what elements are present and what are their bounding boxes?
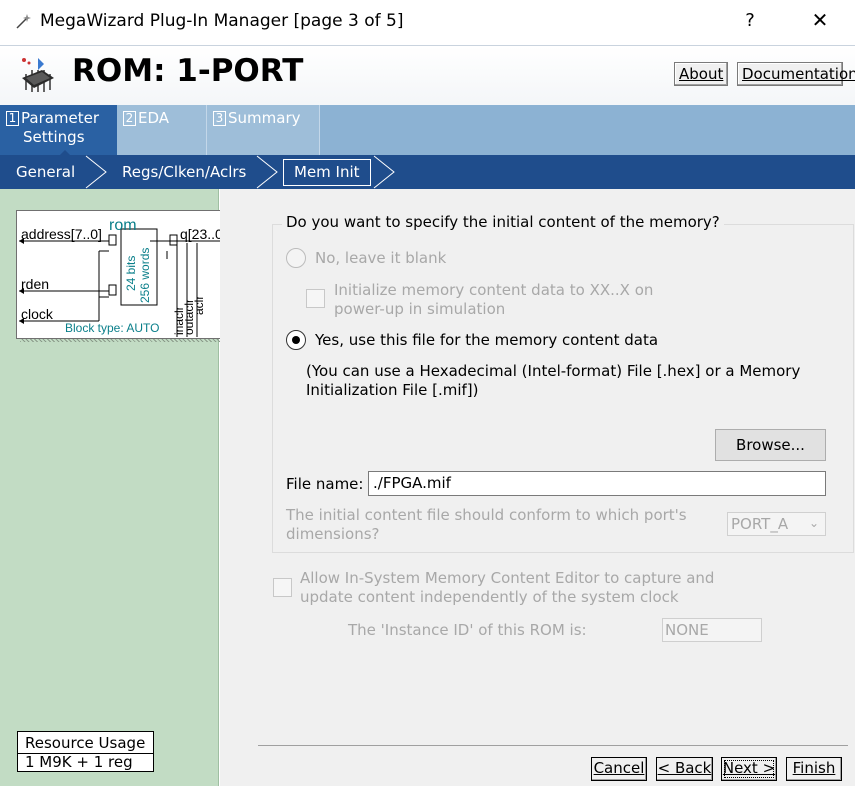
wizard-steps: 1 Parameter Settings 2 EDA 3 Summary xyxy=(0,105,855,155)
symbol-words: 256 words xyxy=(138,248,152,303)
file-name-label: File name: xyxy=(286,475,364,493)
documentation-button[interactable]: Documentation xyxy=(737,62,855,86)
step-label-line2: Settings xyxy=(23,128,85,146)
allow-editor-label-line1: Allow In-System Memory Content Editor to… xyxy=(300,569,715,587)
step-number: 3 xyxy=(213,111,226,126)
step-summary[interactable]: 3 Summary xyxy=(207,105,320,155)
wizard-wand-icon xyxy=(16,14,31,29)
use-file-label: Yes, use this file for the memory conten… xyxy=(315,331,659,349)
finish-button[interactable]: Finish xyxy=(786,757,842,781)
about-button[interactable]: About xyxy=(674,62,728,86)
chevron-right-icon xyxy=(85,155,107,189)
tab-mem-init[interactable]: Mem Init xyxy=(283,159,371,186)
use-file-radio[interactable] xyxy=(286,330,306,350)
step-parameter-settings[interactable]: 1 Parameter Settings xyxy=(0,105,117,155)
help-button[interactable]: ? xyxy=(738,10,762,31)
resource-usage-header: Resource Usage xyxy=(18,732,153,754)
step-eda[interactable]: 2 EDA xyxy=(117,105,207,155)
init-xx-label-line1: Initialize memory content data to XX..X … xyxy=(334,281,654,299)
tab-general[interactable]: General xyxy=(16,155,75,189)
step-number: 1 xyxy=(6,111,19,126)
port-address-label: address[7..0] xyxy=(21,226,102,242)
block-type-label: Block type: AUTO xyxy=(65,321,159,335)
no-blank-label: No, leave it blank xyxy=(315,249,447,267)
resource-usage-box: Resource Usage 1 M9K + 1 reg xyxy=(17,731,154,772)
close-button[interactable]: ✕ xyxy=(806,8,834,32)
window-title: MegaWizard Plug-In Manager [page 3 of 5] xyxy=(40,11,404,31)
memory-init-question: Do you want to specify the initial conte… xyxy=(282,213,724,231)
port-dimension-value: PORT_A xyxy=(731,515,789,533)
wizard-header: ROM: 1-PORT About Documentation xyxy=(0,45,855,105)
cancel-button[interactable]: Cancel xyxy=(591,757,647,781)
next-label: Next > xyxy=(722,759,776,777)
symbol-name: rom xyxy=(109,217,137,234)
step-label: Summary xyxy=(228,109,301,127)
instance-id-field[interactable]: NONE xyxy=(662,618,762,642)
conform-question-line1: The initial content file should conform … xyxy=(286,506,687,524)
port-clock-label: clock xyxy=(21,306,54,322)
next-button[interactable]: Next > xyxy=(721,757,777,781)
page-heading: ROM: 1-PORT xyxy=(72,53,304,89)
instance-id-label: The 'Instance ID' of this ROM is: xyxy=(348,621,587,639)
file-format-hint-line2: Initialization File [.mif]) xyxy=(306,381,479,399)
init-xx-checkbox[interactable] xyxy=(306,289,325,308)
allow-editor-checkbox[interactable] xyxy=(273,578,292,597)
browse-button[interactable]: Browse... xyxy=(715,429,826,461)
back-label: < Back xyxy=(657,759,712,777)
rom-symbol-diagram: rom address[7..0] q[23..0] rden clock 24… xyxy=(16,210,237,339)
chevron-right-icon xyxy=(256,155,278,189)
finish-label: Finish xyxy=(792,759,836,777)
chevron-down-icon: ⌄ xyxy=(808,516,819,530)
title-bar: MegaWizard Plug-In Manager [page 3 of 5]… xyxy=(0,0,855,45)
port-dimension-select[interactable]: PORT_A ⌄ xyxy=(727,512,826,536)
megafunction-chip-icon xyxy=(22,58,54,92)
symbol-bits: 24 bits xyxy=(124,256,138,291)
radio-selected-dot xyxy=(292,336,300,344)
page-subtabs: General Regs/Clken/Aclrs Mem Init xyxy=(0,155,855,189)
step-number: 2 xyxy=(123,111,136,126)
no-blank-radio[interactable] xyxy=(286,248,306,268)
step-label: Parameter xyxy=(21,109,100,127)
aclr-label: aclr xyxy=(192,296,206,315)
back-button[interactable]: < Back xyxy=(656,757,713,781)
init-xx-label-line2: power-up in simulation xyxy=(334,300,506,318)
port-rden-label: rden xyxy=(21,276,49,292)
cancel-label: Cancel xyxy=(593,759,645,777)
conform-question-line2: dimensions? xyxy=(286,525,380,543)
file-name-input[interactable]: ./FPGA.mif xyxy=(368,471,826,496)
file-format-hint-line1: (You can use a Hexadecimal (Intel-format… xyxy=(306,362,801,380)
tab-regs-clken-aclrs[interactable]: Regs/Clken/Aclrs xyxy=(122,155,246,189)
resource-usage-value: 1 M9K + 1 reg xyxy=(25,753,133,771)
footer-divider xyxy=(258,745,848,746)
chevron-right-icon xyxy=(373,155,395,189)
allow-editor-label-line2: update content independently of the syst… xyxy=(300,588,679,606)
step-label: EDA xyxy=(138,109,170,127)
